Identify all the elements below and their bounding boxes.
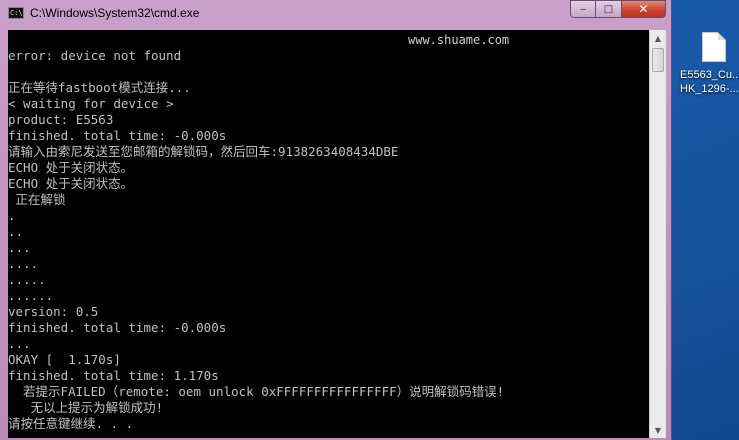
console-lines: error: device not found 正在等待fastboot模式连接.… [8,48,504,432]
scrollbar-thumb[interactable] [652,48,664,72]
document-icon [702,32,726,62]
cmd-app-icon[interactable]: C:\ [8,7,24,19]
desktop-file-icon[interactable]: E5563_Cu... HK_1296-... [680,32,739,96]
console-output[interactable]: www.shuame.com error: device not found 正在… [8,30,649,438]
console-line: ..... [8,272,46,287]
console-line: ECHO 处于关闭状态。 [8,176,134,191]
console-line: .... [8,256,39,271]
console-line: .. [8,224,24,239]
scroll-up-arrow-icon[interactable]: ▲ [650,30,666,46]
console-line: 正在解锁 [8,192,66,207]
console-line: ECHO 处于关闭状态。 [8,160,134,175]
close-button[interactable]: ✕ [622,0,666,18]
window-title: C:\Windows\System32\cmd.exe [30,6,200,20]
console-line: OKAY [ 1.170s] [8,352,121,367]
maximize-button[interactable]: □ [596,0,622,18]
watermark-text: www.shuame.com [408,33,510,47]
title-bar[interactable]: C:\ C:\Windows\System32\cmd.exe ‒ □ ✕ [0,0,672,28]
cmd-window: C:\ C:\Windows\System32\cmd.exe ‒ □ ✕ ww… [0,0,672,440]
minimize-button[interactable]: ‒ [570,0,596,18]
console-line: 若提示FAILED（remote: oem unlock 0xFFFFFFFFF… [8,384,505,399]
console-line: ...... [8,288,54,303]
console-line: 正在等待fastboot模式连接... [8,80,191,95]
console-line: 请按任意键继续. . . [8,416,134,431]
console-line: error: device not found [8,48,182,63]
console-line: finished. total time: 1.170s [8,368,219,383]
console-line: finished. total time: -0.000s [8,320,227,335]
desktop-file-label-line2: HK_1296-... [680,83,739,95]
console-line: ... [8,240,31,255]
console-line: ... [8,336,31,351]
vertical-scrollbar[interactable]: ▲ ▼ [649,30,666,438]
scroll-down-arrow-icon[interactable]: ▼ [650,422,666,438]
desktop-file-label-line1: E5563_Cu... [680,69,739,81]
console-line: product: E5563 [8,112,114,127]
console-line: version: 0.5 [8,304,99,319]
console-line: 无以上提示为解锁成功! [8,400,164,415]
console-line: finished. total time: -0.000s [8,128,227,143]
console-line: 请输入由索尼发送至您邮箱的解锁码，然后回车:9138263408434DBE [8,144,399,159]
console-line: . [8,208,16,223]
console-line: < waiting for device > [8,96,174,111]
window-controls: ‒ □ ✕ [570,0,666,18]
